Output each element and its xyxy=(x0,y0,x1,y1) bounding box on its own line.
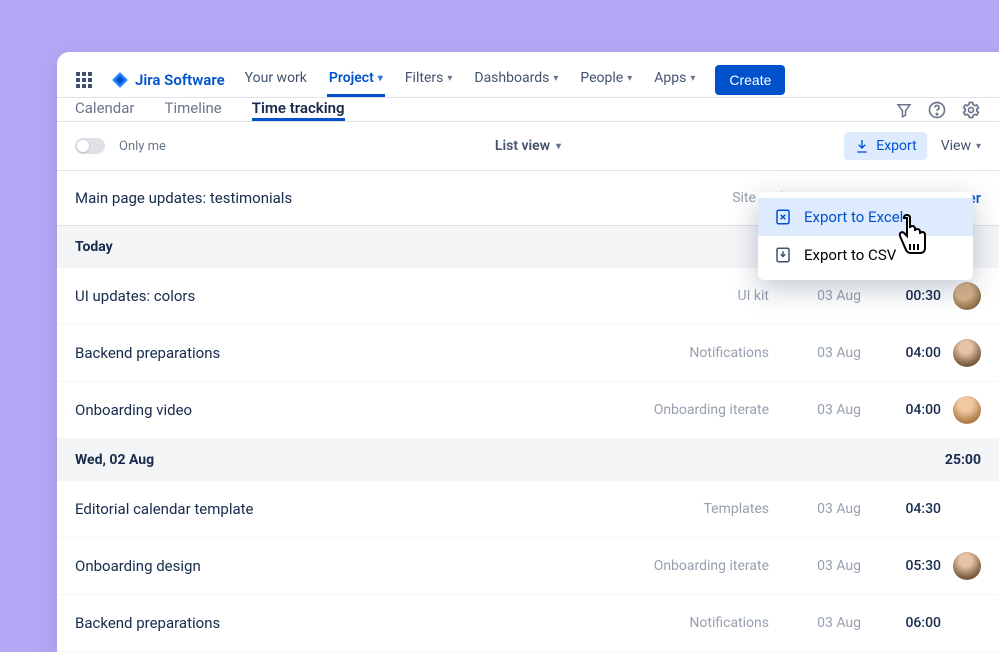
group-heading: Wed, 02 Aug xyxy=(75,452,154,468)
task-date: 03 Aug xyxy=(781,345,861,361)
chevron-down-icon: ▾ xyxy=(627,73,632,84)
task-category: Onboarding iterate xyxy=(619,402,769,418)
task-title: Editorial calendar template xyxy=(75,500,607,518)
task-category: UI kit xyxy=(619,288,769,304)
avatar[interactable] xyxy=(953,339,981,367)
avatar xyxy=(953,495,981,523)
group-total: 25:00 xyxy=(945,452,981,468)
task-title: Onboarding design xyxy=(75,557,607,575)
settings-icon[interactable] xyxy=(961,100,981,120)
view-selector[interactable]: View▾ xyxy=(941,138,981,154)
task-date: 03 Aug xyxy=(781,501,861,517)
export-button[interactable]: Export xyxy=(844,132,926,160)
create-button[interactable]: Create xyxy=(715,65,785,95)
export-csv-icon xyxy=(774,246,792,264)
task-title: Backend preparations xyxy=(75,614,607,632)
task-date: 03 Aug xyxy=(781,402,861,418)
avatar[interactable] xyxy=(953,552,981,580)
export-to-csv[interactable]: Export to CSV xyxy=(758,236,973,274)
chevron-down-icon: ▾ xyxy=(447,73,452,84)
task-date: 03 Aug xyxy=(781,558,861,574)
task-title: Onboarding video xyxy=(75,401,607,419)
chevron-down-icon: ▾ xyxy=(378,73,383,84)
task-title: Backend preparations xyxy=(75,344,607,362)
list-view-selector[interactable]: List view▾ xyxy=(495,138,561,154)
tab-time-tracking[interactable]: Time tracking xyxy=(252,98,345,121)
nav-dashboards[interactable]: Dashboards▾ xyxy=(472,62,560,97)
tab-timeline[interactable]: Timeline xyxy=(165,98,222,121)
task-time: 05:30 xyxy=(873,558,941,574)
task-time: 04:30 xyxy=(873,501,941,517)
group-heading: Today xyxy=(75,239,113,255)
nav-project[interactable]: Project▾ xyxy=(327,62,385,97)
nav-apps[interactable]: Apps▾ xyxy=(652,62,697,97)
nav-filters[interactable]: Filters▾ xyxy=(403,62,455,97)
task-category: Notifications xyxy=(619,345,769,361)
task-row[interactable]: Backend preparations Notifications 03 Au… xyxy=(57,325,999,382)
toolbar: Only me List view▾ Export View▾ xyxy=(57,122,999,171)
task-row[interactable]: Onboarding design Onboarding iterate 03 … xyxy=(57,538,999,595)
product-name: Jira Software xyxy=(135,71,225,89)
nav-your-work[interactable]: Your work xyxy=(243,62,309,97)
task-category: Notifications xyxy=(619,615,769,631)
help-icon[interactable] xyxy=(927,100,947,120)
task-row[interactable]: Onboarding video Onboarding iterate 03 A… xyxy=(57,382,999,439)
task-time: 04:00 xyxy=(873,402,941,418)
task-time: 00:30 xyxy=(873,288,941,304)
only-me-label: Only me xyxy=(119,139,166,154)
group-header: Wed, 02 Aug 25:00 xyxy=(57,439,999,481)
product-logo[interactable]: Jira Software xyxy=(111,71,225,89)
nav-people[interactable]: People▾ xyxy=(578,62,634,97)
only-me-toggle[interactable] xyxy=(75,138,105,154)
chevron-down-icon: ▾ xyxy=(556,141,561,152)
chevron-down-icon: ▾ xyxy=(690,73,695,84)
tabs-row: Calendar Timeline Time tracking xyxy=(57,98,999,122)
task-category: Templates xyxy=(619,501,769,517)
top-nav: Jira Software Your work Project▾ Filters… xyxy=(57,52,999,98)
task-row[interactable]: Backend preparations Notifications 03 Au… xyxy=(57,595,999,652)
task-title: UI updates: colors xyxy=(75,287,607,305)
task-time: 06:00 xyxy=(873,615,941,631)
task-category: Onboarding iterate xyxy=(619,558,769,574)
task-time: 04:00 xyxy=(873,345,941,361)
export-excel-icon xyxy=(774,208,792,226)
export-to-excel[interactable]: Export to Excel xyxy=(758,198,973,236)
task-date: 03 Aug xyxy=(781,615,861,631)
tab-calendar[interactable]: Calendar xyxy=(75,98,135,121)
avatar[interactable] xyxy=(953,282,981,310)
current-title: Main page updates: testimonials xyxy=(75,189,732,207)
chevron-down-icon: ▾ xyxy=(976,141,981,152)
export-menu: Export to Excel Export to CSV xyxy=(758,192,973,280)
task-date: 03 Aug xyxy=(781,288,861,304)
filter-icon[interactable] xyxy=(895,101,913,119)
avatar xyxy=(953,609,981,637)
avatar[interactable] xyxy=(953,396,981,424)
task-row[interactable]: Editorial calendar template Templates 03… xyxy=(57,481,999,538)
chevron-down-icon: ▾ xyxy=(553,73,558,84)
app-switcher-icon[interactable] xyxy=(75,71,93,89)
